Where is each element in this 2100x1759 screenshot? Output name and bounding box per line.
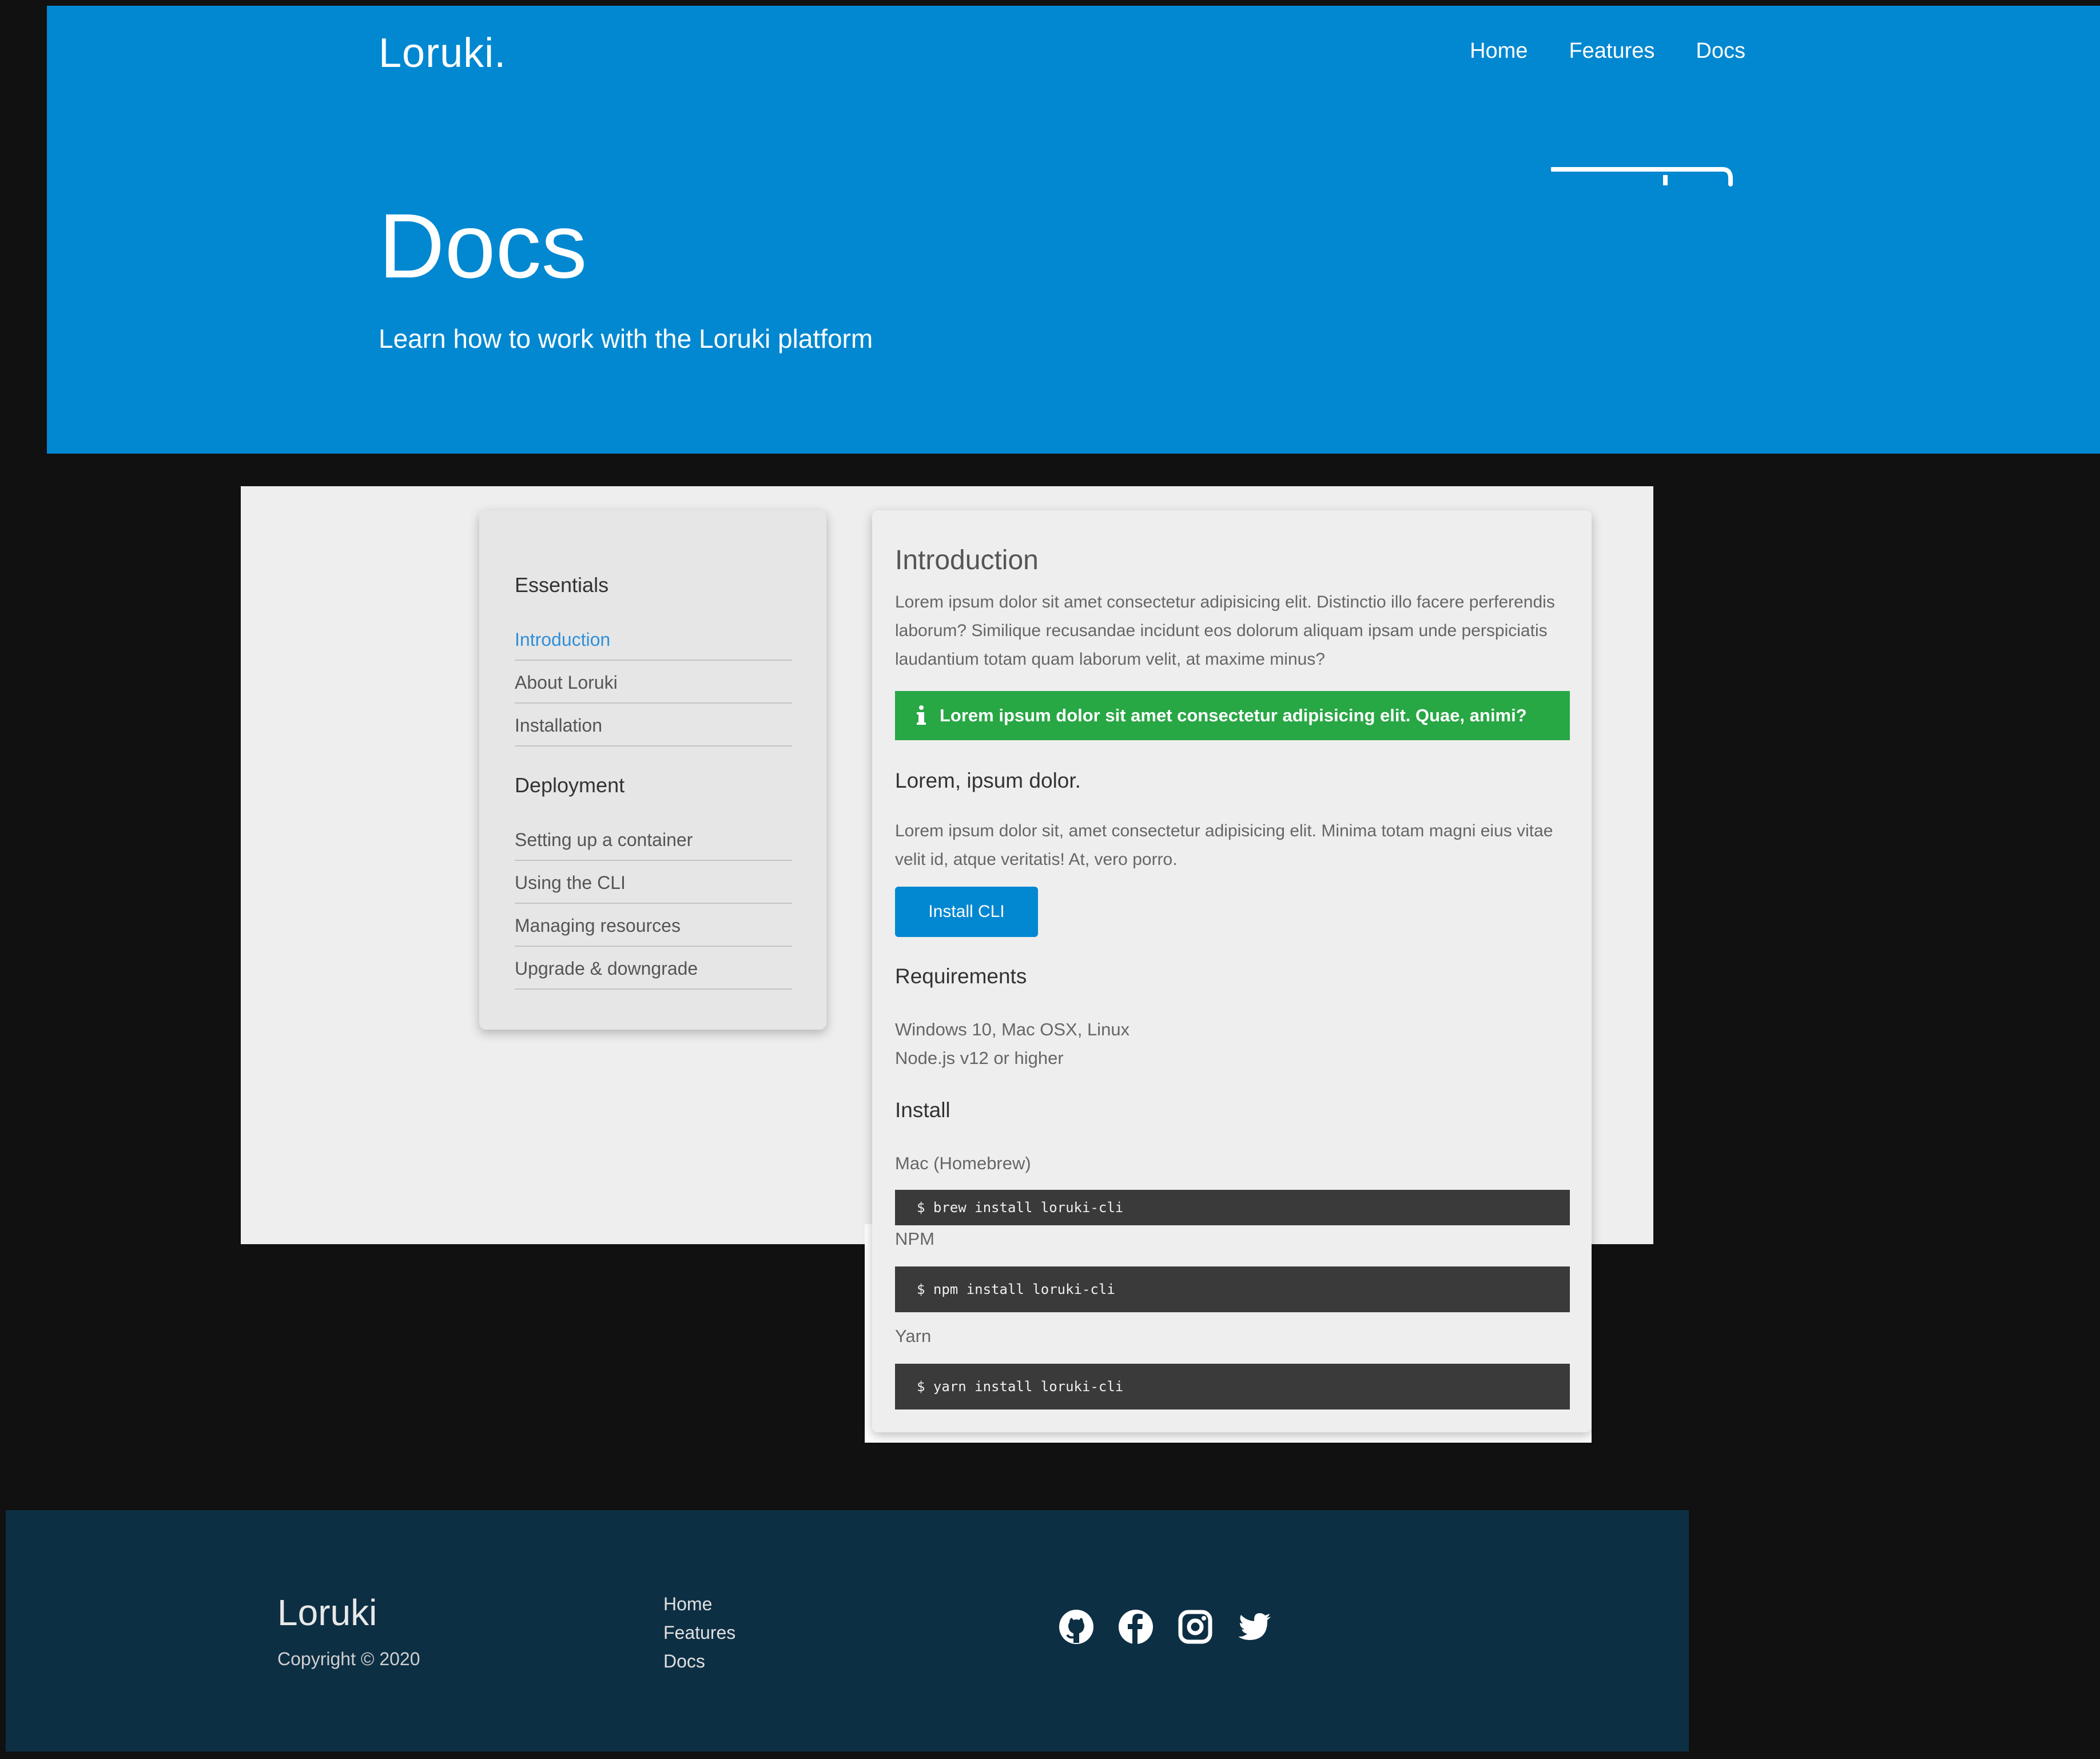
nav-link-features[interactable]: Features: [1569, 39, 1654, 63]
social-icons: [1058, 1609, 1273, 1645]
install-cli-button[interactable]: Install CLI: [895, 887, 1038, 937]
code-command: $ npm install loruki-cli: [917, 1281, 1115, 1297]
sidebar-item-setting-up-container[interactable]: Setting up a container: [515, 819, 792, 861]
sidebar-item-managing-resources[interactable]: Managing resources: [515, 905, 792, 947]
site-footer: Loruki Copyright © 2020 Home Features Do…: [6, 1510, 1689, 1752]
sidebar-item-using-cli[interactable]: Using the CLI: [515, 862, 792, 904]
info-alert: Lorem ipsum dolor sit amet consectetur a…: [895, 691, 1570, 740]
page-title: Docs: [379, 194, 587, 297]
footer-logo[interactable]: Loruki: [277, 1591, 377, 1634]
sidebar-item-installation[interactable]: Installation: [515, 705, 792, 747]
footer-link-home[interactable]: Home: [663, 1593, 735, 1615]
footer-link-docs[interactable]: Docs: [663, 1650, 735, 1672]
requirements-heading: Requirements: [895, 964, 1027, 988]
facebook-icon[interactable]: [1117, 1609, 1154, 1645]
install-label-yarn: Yarn: [895, 1326, 932, 1346]
install-label-homebrew: Mac (Homebrew): [895, 1153, 1031, 1173]
main-nav: Home Features Docs: [1470, 39, 1745, 63]
nav-link-docs[interactable]: Docs: [1696, 39, 1745, 63]
code-block-npm[interactable]: $ npm install loruki-cli: [895, 1266, 1570, 1312]
section-paragraph: Lorem ipsum dolor sit, amet consectetur …: [895, 817, 1570, 874]
sidebar-item-about-loruki[interactable]: About Loruki: [515, 662, 792, 704]
code-command: $ yarn install loruki-cli: [917, 1379, 1124, 1395]
footer-nav: Home Features Docs: [663, 1593, 735, 1672]
section-line: velit id, atque veritatis! At, vero porr…: [895, 850, 1178, 869]
docs-content-card: Introduction Lorem ipsum dolor sit amet …: [872, 510, 1592, 1432]
code-command: $ brew install loruki-cli: [917, 1200, 1124, 1216]
section-heading-lorem: Lorem, ipsum dolor.: [895, 769, 1081, 792]
page-subtitle: Learn how to work with the Loruki platfo…: [379, 324, 873, 354]
footer-copyright: Copyright © 2020: [277, 1649, 420, 1669]
code-block-yarn[interactable]: $ yarn install loruki-cli: [895, 1364, 1570, 1409]
intro-line: laborum? Similique recusandae incidunt e…: [895, 621, 1548, 640]
requirement-item: Windows 10, Mac OSX, Linux: [895, 1019, 1130, 1039]
instagram-icon[interactable]: [1177, 1609, 1214, 1645]
intro-line: Lorem ipsum dolor sit amet consectetur a…: [895, 593, 1555, 612]
install-label-npm: NPM: [895, 1229, 934, 1249]
install-heading: Install: [895, 1098, 950, 1122]
sidebar-heading-deployment: Deployment: [515, 773, 625, 797]
hero-decoration-graphic: [1551, 167, 1733, 186]
requirement-item: Node.js v12 or higher: [895, 1048, 1064, 1068]
nav-link-home[interactable]: Home: [1470, 39, 1528, 63]
sidebar-item-upgrade-downgrade[interactable]: Upgrade & downgrade: [515, 948, 792, 990]
github-icon[interactable]: [1058, 1609, 1095, 1645]
info-icon: [917, 705, 926, 725]
alert-text: Lorem ipsum dolor sit amet consectetur a…: [940, 705, 1527, 725]
footer-link-features[interactable]: Features: [663, 1622, 735, 1643]
code-block-homebrew[interactable]: $ brew install loruki-cli: [895, 1190, 1570, 1225]
sidebar-heading-essentials: Essentials: [515, 573, 609, 597]
docs-sidebar: Essentials Introduction About Loruki Ins…: [479, 510, 826, 1030]
twitter-icon[interactable]: [1236, 1609, 1273, 1645]
site-logo[interactable]: Loruki.: [379, 30, 506, 77]
section-line: Lorem ipsum dolor sit, amet consectetur …: [895, 821, 1553, 840]
content-title: Introduction: [895, 545, 1039, 575]
hero-section: Loruki. Home Features Docs Docs Learn ho…: [47, 6, 2100, 454]
intro-paragraph: Lorem ipsum dolor sit amet consectetur a…: [895, 588, 1570, 674]
intro-line: laudantium totam quam laborum velit, at …: [895, 650, 1325, 669]
sidebar-item-introduction[interactable]: Introduction: [515, 619, 792, 661]
